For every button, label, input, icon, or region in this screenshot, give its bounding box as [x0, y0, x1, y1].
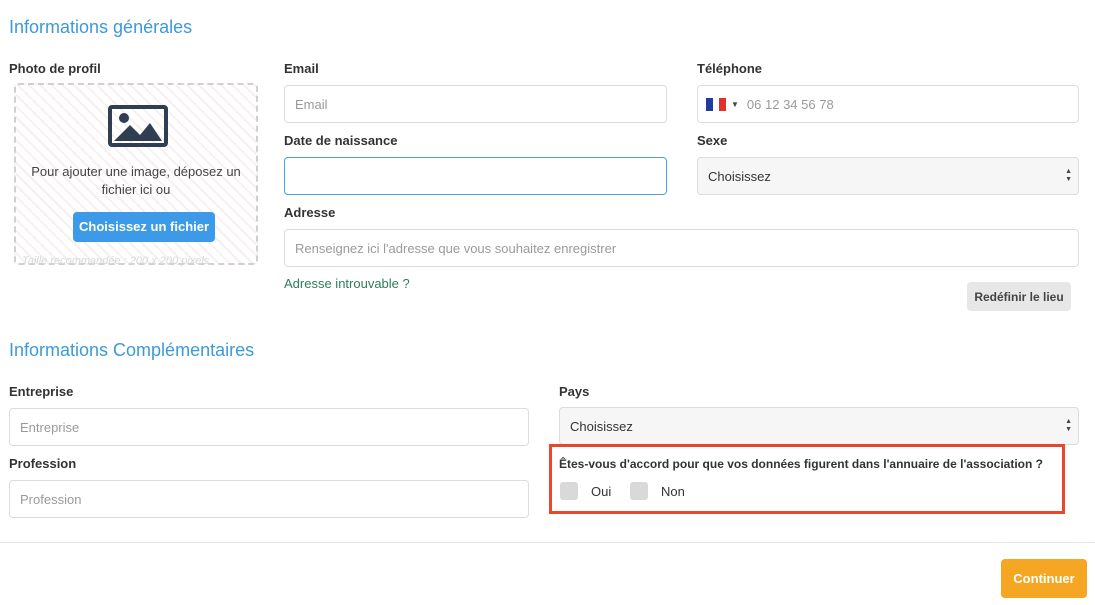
sex-label: Sexe [697, 133, 728, 148]
select-arrows-icon: ▲ ▼ [1065, 418, 1072, 433]
country-label: Pays [559, 384, 590, 399]
email-label: Email [284, 61, 319, 76]
consent-no-label[interactable]: Non [661, 484, 685, 499]
birthdate-field[interactable] [284, 157, 667, 195]
address-not-found-link[interactable]: Adresse introuvable ? [284, 276, 410, 291]
section-title-general: Informations générales [9, 17, 193, 37]
email-field[interactable] [284, 85, 667, 123]
phone-label: Téléphone [697, 61, 763, 76]
france-flag-icon[interactable] [706, 97, 727, 111]
choose-file-button[interactable]: Choisissez un fichier [73, 212, 216, 242]
sex-selected: Choisissez [708, 168, 771, 184]
country-select[interactable]: Choisissez ▲ ▼ [559, 407, 1079, 445]
phone-field[interactable]: ▼ 06 12 34 56 78 [697, 85, 1079, 123]
country-selected: Choisissez [570, 418, 633, 434]
phone-placeholder: 06 12 34 56 78 [746, 96, 834, 112]
profession-label: Profession [9, 456, 77, 471]
consent-yes-label[interactable]: Oui [591, 484, 611, 499]
continue-button[interactable]: Continuer [1001, 559, 1087, 598]
select-arrows-icon: ▲ ▼ [1065, 168, 1072, 183]
birthdate-label: Date de naissance [284, 133, 398, 148]
caret-down-icon[interactable]: ▼ [731, 100, 739, 109]
sex-select[interactable]: Choisissez ▲ ▼ [697, 157, 1079, 195]
footer-divider [0, 542, 1095, 543]
address-label: Adresse [284, 205, 336, 220]
company-field[interactable] [9, 408, 529, 446]
photo-dropzone[interactable]: Pour ajouter une image, déposez un fichi… [14, 83, 258, 267]
section-title-complementary: Informations Complémentaires [9, 340, 255, 360]
directory-consent-box: Êtes-vous d'accord pour que vos données … [549, 444, 1065, 514]
consent-question: Êtes-vous d'accord pour que vos données … [559, 457, 1043, 471]
profession-field[interactable] [9, 480, 529, 518]
dropzone-text: Pour ajouter une image, déposez un fichi… [31, 164, 241, 197]
image-icon [108, 105, 168, 152]
profile-photo-label: Photo de profil [9, 61, 101, 76]
company-label: Entreprise [9, 384, 74, 399]
redefine-place-button[interactable]: Redéfinir le lieu [967, 282, 1071, 311]
consent-yes-radio[interactable] [560, 482, 578, 500]
address-field[interactable] [284, 229, 1079, 267]
size-hint: Taille recommandée : 200 x 200 pixels [22, 255, 210, 267]
consent-no-radio[interactable] [630, 482, 648, 500]
